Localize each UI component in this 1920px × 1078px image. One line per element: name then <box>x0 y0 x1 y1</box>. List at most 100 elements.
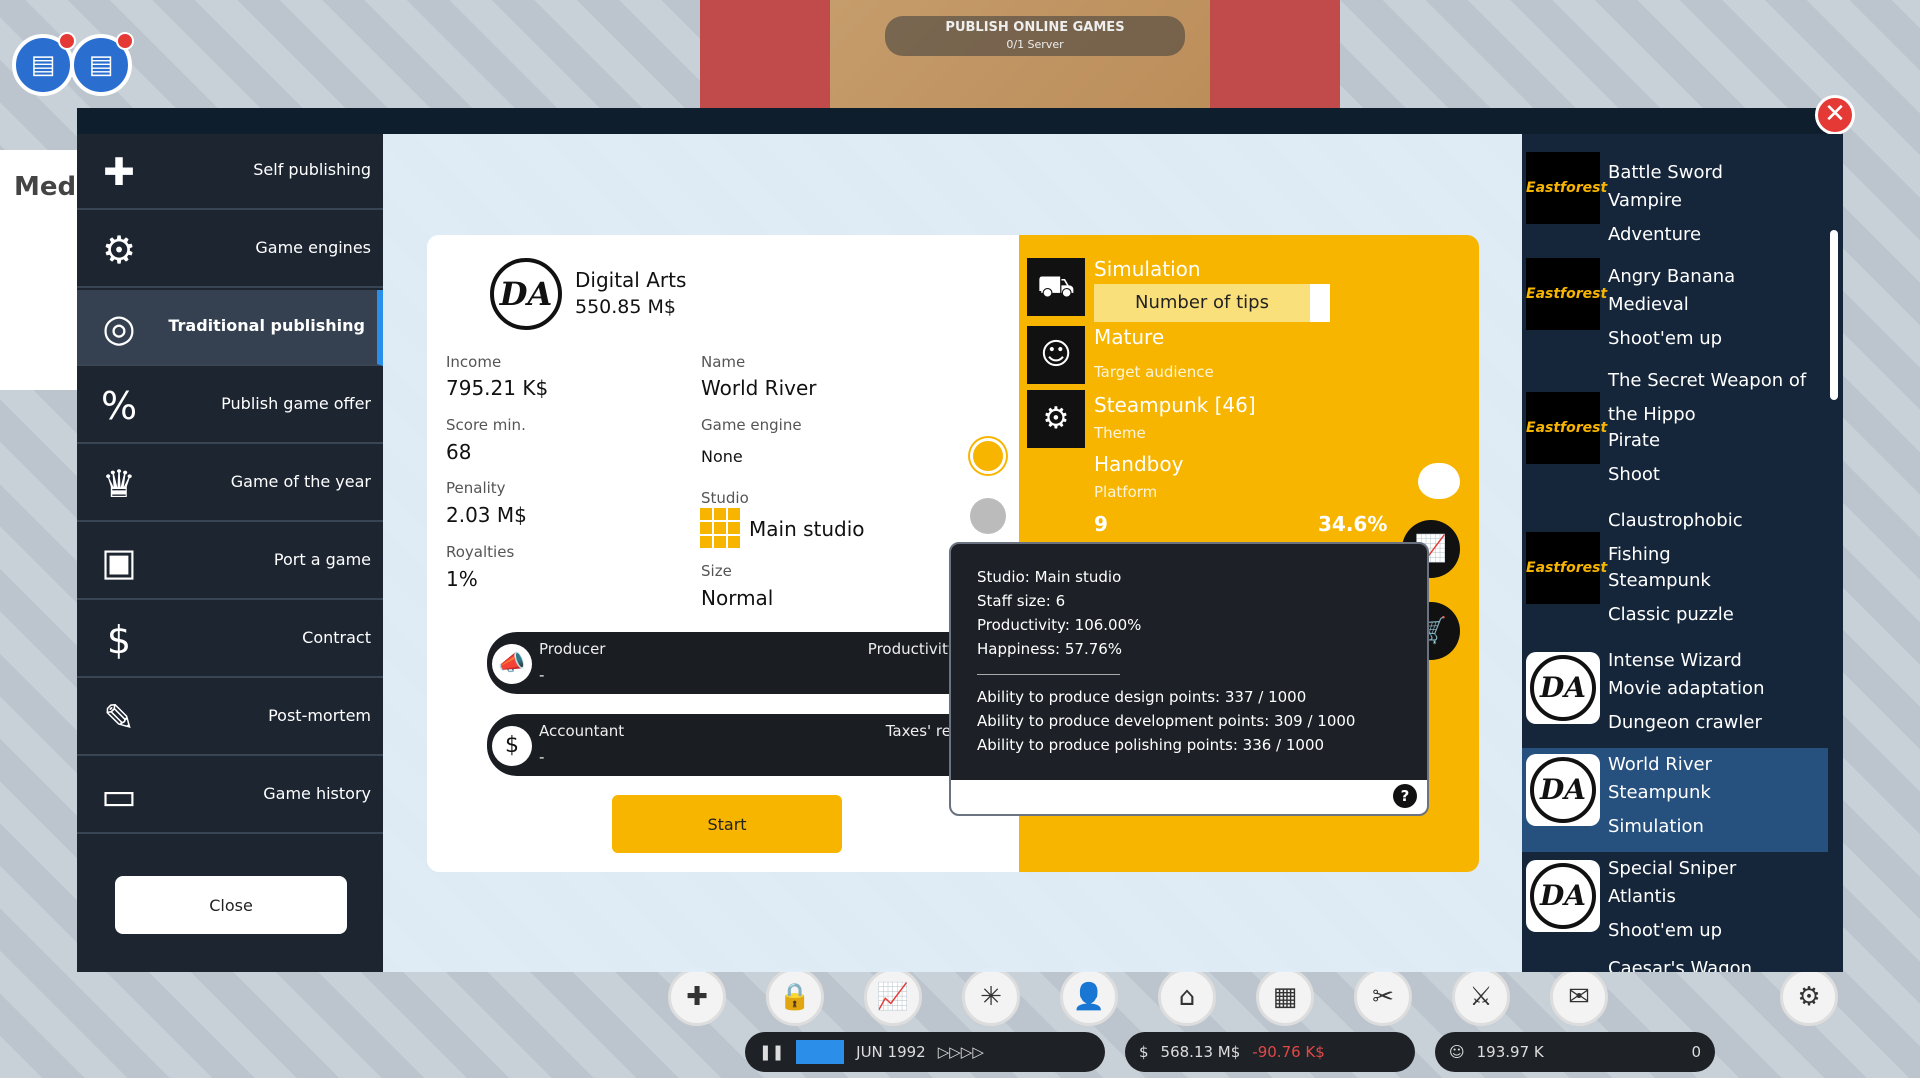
megaphone-icon: 📣 <box>492 644 532 684</box>
game-title-continued: Fishing <box>1608 544 1671 565</box>
eastforest-logo: Eastforest <box>1526 258 1607 330</box>
nav-port-a-game[interactable]: ▣ Port a game <box>77 524 383 600</box>
studio-select-button[interactable] <box>970 438 1006 474</box>
score-value: 68 <box>446 440 472 464</box>
list-item[interactable]: Eastforest Claustrophobic Fishing Steamp… <box>1522 502 1843 642</box>
nav-traditional-publishing[interactable]: ◎ Traditional publishing <box>77 290 383 366</box>
publisher-name: Digital Arts <box>575 268 687 292</box>
nav-game-history[interactable]: ▭ Game history <box>77 758 383 834</box>
publisher-logo: DA <box>490 258 562 330</box>
tooltip-line: Productivity: 106.00% <box>977 616 1142 634</box>
nav-label: Traditional publishing <box>168 316 365 335</box>
home-hud-button[interactable]: ⌂ <box>1158 968 1216 1026</box>
building-hud-button[interactable]: ▦ <box>1256 968 1314 1026</box>
game-title: World River <box>1608 754 1712 775</box>
income-label: Income <box>446 353 502 371</box>
staff-hud-button[interactable]: 👤 <box>1060 968 1118 1026</box>
gamepad-cross-icon: ✚ <box>103 150 135 194</box>
mail-hud-button[interactable]: ✉ <box>1550 968 1608 1026</box>
coin-stack-icon: ◎ <box>102 306 136 350</box>
tooltip-line: Staff size: 6 <box>977 592 1066 610</box>
add-hud-button[interactable]: ✚ <box>668 968 726 1026</box>
server-button-1[interactable]: ▤ <box>12 32 76 96</box>
list-item[interactable]: Caesar's Wagon <box>1522 956 1843 972</box>
help-icon[interactable]: ? <box>1393 784 1417 808</box>
start-button[interactable]: Start <box>612 795 842 853</box>
list-item[interactable]: Eastforest Battle Sword Vampire Adventur… <box>1522 134 1843 245</box>
fans-icon: ☺ <box>1449 1043 1465 1061</box>
studio-label: Studio <box>701 489 749 507</box>
office-wall-right <box>1210 0 1340 108</box>
nav-post-mortem[interactable]: ✎ Post-mortem <box>77 680 383 756</box>
game-theme: Movie adaptation <box>1608 678 1765 699</box>
royalties-value: 1% <box>446 567 478 591</box>
accountant-slot[interactable]: $ Accountant - Taxes' reduction <box>487 714 1007 776</box>
favorite-heart-icon[interactable] <box>1418 463 1460 499</box>
producer-slot[interactable]: 📣 Producer - Productivity bonus <box>487 632 1007 694</box>
game-genre: Shoot'em up <box>1608 920 1723 941</box>
eastforest-logo: Eastforest <box>1526 392 1607 464</box>
remove-badge-icon[interactable] <box>58 32 76 50</box>
nav-game-engines[interactable]: ⚙ Game engines <box>77 212 383 288</box>
close-button[interactable]: Close <box>115 876 347 934</box>
stat-left-value: 9 <box>1094 512 1108 536</box>
background-side-panel: Medi <box>0 150 85 390</box>
nav-label: Game history <box>263 784 371 803</box>
pause-icon[interactable]: ❚❚ <box>759 1043 784 1061</box>
modal-header-bar <box>77 108 1843 134</box>
devices-icon: ▣ <box>101 540 137 584</box>
list-item-selected[interactable]: DA World River Steampunk Simulation <box>1522 748 1828 852</box>
producer-label: Producer <box>539 640 606 658</box>
server-button-2[interactable]: ▤ <box>70 32 134 96</box>
tooltip-line: Studio: Main studio <box>977 568 1122 586</box>
studio-tooltip: Studio: Main studio Staff size: 6 Produc… <box>949 542 1429 816</box>
audience-value: Mature <box>1094 325 1165 349</box>
size-value: Normal <box>701 586 774 610</box>
remove-badge-icon[interactable] <box>116 32 134 50</box>
penalty-label: Penality <box>446 479 506 497</box>
da-logo: DA <box>1526 652 1600 724</box>
nav-game-of-the-year[interactable]: ♛ Game of the year <box>77 446 383 522</box>
nav-label: Publish game offer <box>221 394 371 413</box>
game-name-value: World River <box>701 376 817 400</box>
game-title: Angry Banana <box>1608 266 1736 287</box>
audience-label: Target audience <box>1094 363 1214 381</box>
speed-icon[interactable]: ▷▷▷▷ <box>938 1043 984 1061</box>
game-genre: Simulation <box>1608 816 1704 837</box>
engine-value: None <box>701 447 743 466</box>
tooltip-ability: Ability to produce design points: 337 / … <box>977 688 1307 706</box>
money-value: 568.13 M$ <box>1160 1043 1241 1061</box>
da-logo: DA <box>1526 860 1600 932</box>
nav-self-publishing[interactable]: ✚ Self publishing <box>77 134 383 210</box>
close-modal-icon[interactable]: ✕ <box>1815 95 1855 135</box>
list-item[interactable]: Eastforest The Secret Weapon of the Hipp… <box>1522 362 1843 512</box>
number-of-tips-button[interactable]: Number of tips <box>1094 284 1330 322</box>
nav-publish-game-offer[interactable]: % Publish game offer <box>77 368 383 444</box>
nav-contract[interactable]: $ Contract <box>77 602 383 678</box>
tooltip-ability: Ability to produce polishing points: 336… <box>977 736 1325 754</box>
game-genre: Classic puzzle <box>1608 604 1734 625</box>
stats-hud-button[interactable]: 📈 <box>864 968 922 1026</box>
tools-hud-button[interactable]: ✂ <box>1354 968 1412 1026</box>
lock-hud-button[interactable]: 🔒 <box>766 968 824 1026</box>
list-scrollbar[interactable] <box>1830 230 1838 400</box>
game-title: Claustrophobic <box>1608 510 1743 531</box>
network-hud-button[interactable]: ✳ <box>962 968 1020 1026</box>
game-title: Intense Wizard <box>1608 650 1742 671</box>
list-item[interactable]: DA Special Sniper Atlantis Shoot'em up <box>1522 856 1843 960</box>
swords-hud-button[interactable]: ⚔ <box>1452 968 1510 1026</box>
trophy-icon: ♛ <box>101 462 137 506</box>
game-title-continued: the Hippo <box>1608 404 1696 425</box>
studio-list-button-disabled[interactable] <box>970 498 1006 534</box>
nav-label: Game engines <box>255 238 371 257</box>
publish-online-banner[interactable]: PUBLISH ONLINE GAMES 0/1 Server <box>885 16 1185 56</box>
tooltip-footer <box>951 780 1427 814</box>
list-item[interactable]: Eastforest Angry Banana Medieval Shoot'e… <box>1522 240 1843 349</box>
dollar-hand-icon: $ <box>106 618 132 662</box>
theme-value: Steampunk [46] <box>1094 393 1256 417</box>
background-panel-title: Medi <box>14 172 86 202</box>
list-item[interactable]: DA Intense Wizard Movie adaptation Dunge… <box>1522 648 1843 752</box>
money-icon: $ <box>1139 1043 1149 1061</box>
income-value: 795.21 K$ <box>446 376 549 400</box>
settings-hud-button[interactable]: ⚙ <box>1780 968 1838 1026</box>
